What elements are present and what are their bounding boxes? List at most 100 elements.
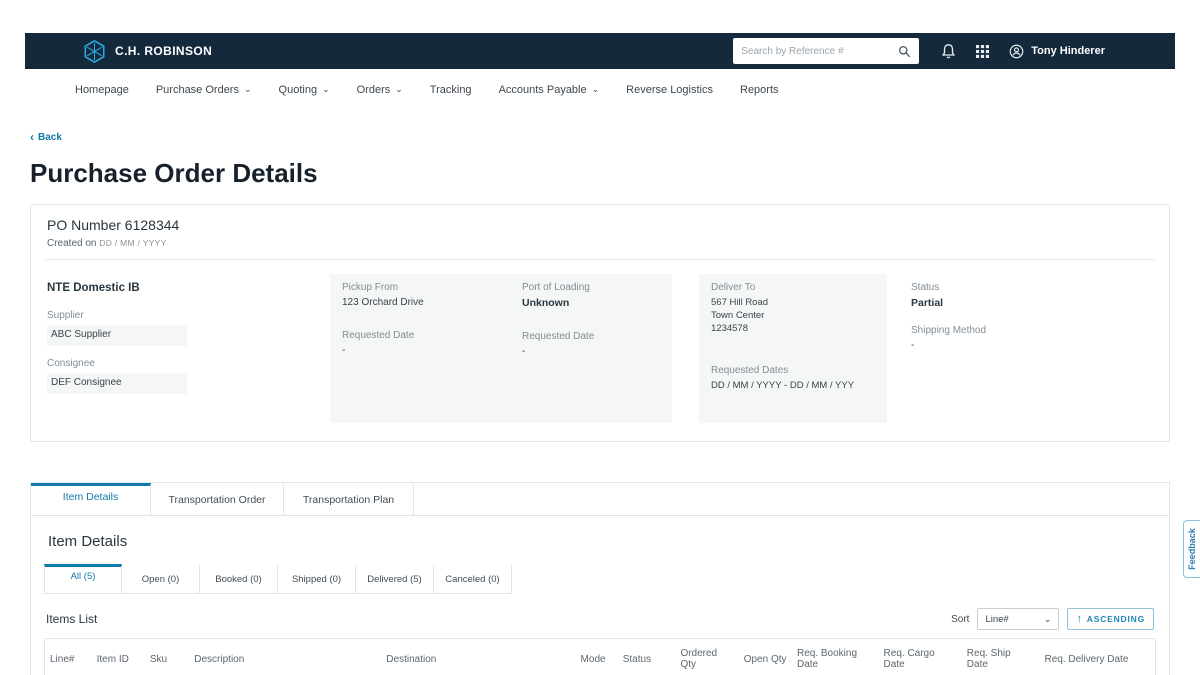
pickup-requested-date-value: -: [342, 345, 498, 356]
col-sku: Sku: [145, 639, 189, 675]
deliver-to-line1: 567 Hill Road: [711, 297, 875, 310]
details-tab-card: Item Details Transportation Order Transp…: [30, 482, 1170, 675]
chrobinson-logo-icon: [82, 39, 107, 64]
consignee-value: DEF Consignee: [47, 373, 187, 394]
items-table: Line# Item ID Sku Description Destinatio…: [45, 639, 1155, 675]
items-table-wrap: Line# Item ID Sku Description Destinatio…: [44, 638, 1156, 675]
user-avatar-icon: [1009, 44, 1024, 59]
order-type: NTE Domestic IB: [47, 282, 330, 294]
arrow-up-icon: ↑: [1076, 613, 1082, 625]
pickup-from-value: 123 Orchard Drive: [342, 297, 498, 308]
po-summary-card: PO Number 6128344 Created on DD / MM / Y…: [30, 204, 1170, 442]
filter-tab-canceled[interactable]: Canceled (0): [434, 564, 512, 594]
main-navigation: Homepage Purchase Orders ⌄ Quoting ⌄ Ord…: [25, 69, 1175, 111]
sort-label: Sort: [951, 614, 969, 625]
items-list-title: Items List: [46, 612, 97, 626]
notifications-bell-icon[interactable]: [941, 43, 956, 59]
po-column-port: Port of Loading Unknown Requested Date -: [510, 274, 672, 423]
brand-logo: C.H. ROBINSON: [82, 39, 212, 64]
user-menu[interactable]: Tony Hinderer: [1009, 44, 1105, 59]
supplier-value: ABC Supplier: [47, 325, 187, 346]
nav-item-reports[interactable]: Reports: [740, 84, 779, 96]
search-icon[interactable]: [898, 45, 911, 58]
col-mode: Mode: [576, 639, 618, 675]
item-details-heading: Item Details: [44, 533, 1156, 550]
filter-tab-open[interactable]: Open (0): [122, 564, 200, 594]
col-req-ship-date: Req. Ship Date: [962, 639, 1040, 675]
top-header-bar: C.H. ROBINSON: [25, 33, 1175, 69]
filter-tab-delivered[interactable]: Delivered (5): [356, 564, 434, 594]
tab-transportation-plan[interactable]: Transportation Plan: [284, 483, 414, 515]
deliver-to-line2: Town Center: [711, 310, 875, 323]
po-column-parties: NTE Domestic IB Supplier ABC Supplier Co…: [47, 274, 330, 423]
deliver-to-label: Deliver To: [711, 282, 875, 293]
back-link[interactable]: ‹ Back: [30, 131, 62, 143]
requested-dates-value: DD / MM / YYYY - DD / MM / YYY: [711, 380, 875, 391]
po-column-deliver: Deliver To 567 Hill Road Town Center 123…: [699, 274, 887, 423]
col-status: Status: [618, 639, 676, 675]
chevron-down-icon: ⌄: [322, 85, 330, 94]
port-of-loading-value: Unknown: [522, 297, 660, 309]
table-header-row: Line# Item ID Sku Description Destinatio…: [45, 639, 1155, 675]
page-content: ‹ Back Purchase Order Details PO Number …: [0, 128, 1200, 675]
page-title: Purchase Order Details: [30, 158, 1170, 189]
feedback-button[interactable]: Feedback: [1183, 520, 1200, 578]
app-viewport: C.H. ROBINSON: [0, 0, 1200, 675]
back-chevron-icon: ‹: [30, 131, 34, 143]
chevron-down-icon: ⌄: [592, 85, 600, 94]
port-requested-date-value: -: [522, 346, 660, 357]
consignee-label: Consignee: [47, 358, 330, 369]
nav-item-orders[interactable]: Orders ⌄: [357, 84, 403, 96]
pickup-requested-date-label: Requested Date: [342, 330, 498, 341]
status-label: Status: [911, 282, 986, 293]
search-input[interactable]: [741, 46, 898, 57]
nav-item-quoting[interactable]: Quoting ⌄: [279, 84, 330, 96]
shipping-method-label: Shipping Method: [911, 325, 986, 336]
user-name: Tony Hinderer: [1031, 45, 1105, 57]
filter-tab-shipped[interactable]: Shipped (0): [278, 564, 356, 594]
col-item-id: Item ID: [92, 639, 145, 675]
nav-item-purchase-orders[interactable]: Purchase Orders ⌄: [156, 84, 252, 96]
tab-transportation-order[interactable]: Transportation Order: [151, 483, 284, 515]
nav-item-tracking[interactable]: Tracking: [430, 84, 472, 96]
col-destination: Destination: [381, 639, 575, 675]
apps-grid-icon[interactable]: [976, 45, 989, 58]
filter-tab-all[interactable]: All (5): [44, 564, 122, 594]
detail-tabs: Item Details Transportation Order Transp…: [31, 483, 1169, 516]
tab-item-details[interactable]: Item Details: [31, 483, 151, 515]
pickup-from-label: Pickup From: [342, 282, 498, 293]
nav-item-accounts-payable[interactable]: Accounts Payable ⌄: [499, 84, 600, 96]
chevron-down-icon: ⌄: [1044, 614, 1052, 625]
po-number: PO Number 6128344: [47, 217, 1153, 233]
sort-field-select[interactable]: Line# ⌄: [977, 608, 1059, 630]
port-requested-date-label: Requested Date: [522, 331, 660, 342]
item-details-panel: Item Details All (5) Open (0) Booked (0)…: [31, 516, 1169, 675]
col-line: Line#: [45, 639, 92, 675]
col-description: Description: [189, 639, 381, 675]
col-req-cargo-date: Req. Cargo Date: [879, 639, 962, 675]
col-req-delivery-date: Req. Delivery Date: [1039, 639, 1155, 675]
col-open-qty: Open Qty: [739, 639, 792, 675]
po-created-date: DD / MM / YYYY: [99, 238, 166, 248]
col-ordered-qty: Ordered Qty: [675, 639, 738, 675]
nav-item-reverse-logistics[interactable]: Reverse Logistics: [626, 84, 713, 96]
po-column-status: Status Partial Shipping Method -: [911, 274, 986, 423]
po-column-pickup: Pickup From 123 Orchard Drive Requested …: [330, 274, 510, 423]
shipping-method-value: -: [911, 340, 986, 351]
chevron-down-icon: ⌄: [244, 85, 252, 94]
filter-tab-booked[interactable]: Booked (0): [200, 564, 278, 594]
items-list-header: Items List Sort Line# ⌄ ↑ ASCENDING: [46, 608, 1154, 630]
po-created-on: Created on DD / MM / YYYY: [47, 238, 1153, 249]
po-card-header: PO Number 6128344 Created on DD / MM / Y…: [45, 215, 1155, 260]
supplier-label: Supplier: [47, 310, 330, 321]
port-of-loading-label: Port of Loading: [522, 282, 660, 293]
po-fields-grid: NTE Domestic IB Supplier ABC Supplier Co…: [45, 274, 1155, 423]
brand-name: C.H. ROBINSON: [115, 44, 212, 58]
requested-dates-label: Requested Dates: [711, 365, 875, 376]
status-filter-tabs: All (5) Open (0) Booked (0) Shipped (0) …: [44, 564, 1156, 594]
status-value: Partial: [911, 297, 986, 309]
reference-searchbox[interactable]: [733, 38, 919, 64]
deliver-to-line3: 1234578: [711, 323, 875, 336]
sort-direction-button[interactable]: ↑ ASCENDING: [1067, 608, 1154, 630]
nav-item-homepage[interactable]: Homepage: [75, 84, 129, 96]
